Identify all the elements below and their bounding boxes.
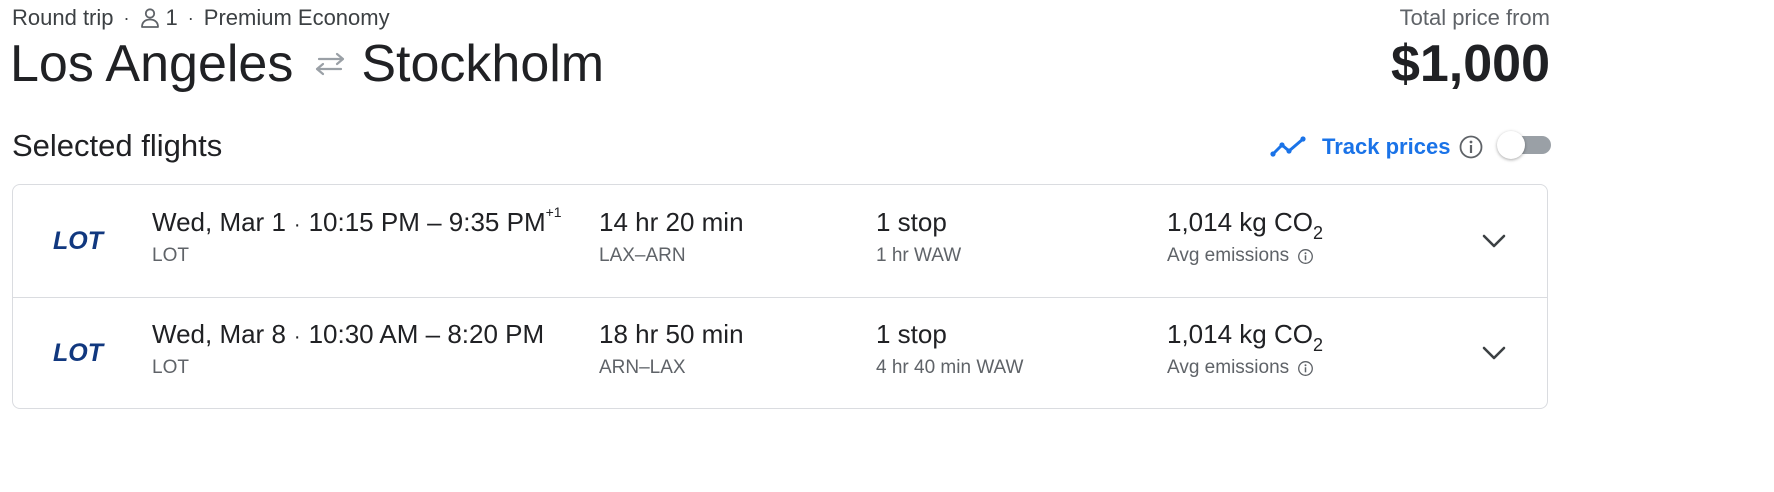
- chevron-down-icon: [1482, 346, 1506, 360]
- expand-button[interactable]: [1478, 225, 1510, 257]
- time-range: 10:15 PM – 9:35 PM: [308, 207, 546, 237]
- track-prices-toggle[interactable]: [1497, 131, 1551, 159]
- lot-logo: LOT: [53, 227, 106, 255]
- track-prices[interactable]: Track prices: [1270, 128, 1484, 166]
- trip-summary: Round trip · 1 · Premium Economy: [12, 4, 390, 32]
- info-icon[interactable]: [1458, 134, 1484, 160]
- chevron-down-icon: [1482, 234, 1506, 248]
- airline-name: LOT: [152, 245, 189, 266]
- separator-dot: ·: [293, 214, 301, 236]
- section-title: Selected flights: [12, 128, 223, 163]
- separator-dot: ·: [187, 7, 194, 28]
- destination-city: Stockholm: [361, 35, 605, 93]
- route-title: Los Angeles Stockholm: [10, 30, 604, 98]
- flight-times: Wed, Mar 8 · 10:30 AM – 8:20 PM: [152, 319, 544, 350]
- origin-city: Los Angeles: [10, 35, 294, 93]
- airline-name: LOT: [152, 357, 189, 378]
- emissions-subscript: 2: [1312, 223, 1323, 244]
- lot-logo: LOT: [53, 339, 106, 367]
- emissions-amount: 1,014 kg CO: [1167, 319, 1313, 349]
- layover-info: 4 hr 40 min WAW: [876, 357, 1024, 378]
- emissions-amount: 1,014 kg CO: [1167, 207, 1313, 237]
- separator-dot: ·: [123, 7, 130, 28]
- emissions-subscript: 2: [1312, 335, 1323, 356]
- emissions-label: Avg emissions: [1167, 357, 1290, 378]
- day-offset: +1: [545, 204, 562, 221]
- stop-count: 1 stop: [876, 207, 947, 237]
- trip-type: Round trip: [12, 5, 114, 30]
- flight-date: Wed, Mar 8: [152, 319, 286, 349]
- trending-line-icon: [1270, 136, 1306, 158]
- svg-text:LOT: LOT: [53, 227, 106, 255]
- price-label: Total price from: [1399, 5, 1550, 30]
- toggle-knob: [1497, 131, 1525, 159]
- flight-times: Wed, Mar 1 · 10:15 PM – 9:35 PM+1: [152, 204, 562, 238]
- airport-codes: LAX–ARN: [599, 245, 686, 266]
- info-icon[interactable]: [1297, 248, 1314, 265]
- stop-count: 1 stop: [876, 319, 947, 349]
- flight-date: Wed, Mar 1: [152, 207, 286, 237]
- separator-dot: ·: [293, 326, 301, 348]
- expand-button[interactable]: [1478, 337, 1510, 369]
- flight-duration: 18 hr 50 min: [599, 319, 744, 349]
- flight-row-outbound[interactable]: LOT Wed, Mar 1 · 10:15 PM – 9:35 PM+1 LOT …: [13, 185, 1547, 298]
- time-range: 10:30 AM – 8:20 PM: [308, 319, 545, 349]
- emissions-value: 1,014 kg CO2: [1167, 319, 1323, 356]
- swap-arrows-icon: [313, 51, 347, 77]
- svg-text:LOT: LOT: [53, 339, 106, 367]
- flight-row-return[interactable]: LOT Wed, Mar 8 · 10:30 AM – 8:20 PM LOT 18…: [13, 297, 1547, 409]
- airport-codes: ARN–LAX: [599, 357, 686, 378]
- cabin-class: Premium Economy: [203, 5, 390, 30]
- selected-flights-card: LOT Wed, Mar 1 · 10:15 PM – 9:35 PM+1 LOT …: [12, 184, 1548, 409]
- emissions-note: Avg emissions: [1167, 245, 1314, 267]
- emissions-value: 1,014 kg CO2: [1167, 207, 1323, 244]
- layover-info: 1 hr WAW: [876, 245, 962, 266]
- flight-duration: 14 hr 20 min: [599, 207, 744, 237]
- emissions-note: Avg emissions: [1167, 357, 1314, 379]
- passenger-count: 1: [165, 5, 178, 30]
- emissions-label: Avg emissions: [1167, 245, 1290, 266]
- track-prices-label[interactable]: Track prices: [1322, 134, 1450, 160]
- total-price: $1,000: [1390, 35, 1550, 93]
- person-icon: [140, 7, 160, 29]
- info-icon[interactable]: [1297, 360, 1314, 377]
